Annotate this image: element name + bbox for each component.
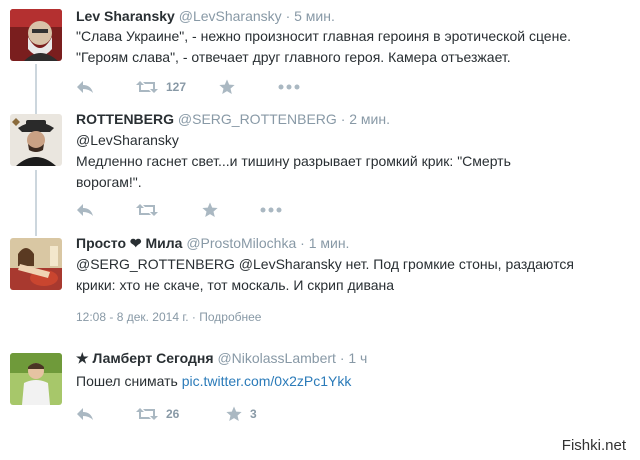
tweet-actions [76, 199, 476, 221]
avatar[interactable] [10, 353, 62, 405]
star-icon [202, 202, 218, 217]
star-icon [226, 406, 242, 421]
reply-button[interactable] [76, 199, 94, 221]
tweet: ROTTENBERG @SERG_ROTTENBERG · 2 мин. @Le… [0, 110, 640, 230]
mention-line: @LevSharansky [76, 132, 179, 148]
tweet-time[interactable]: · 1 ч [340, 350, 368, 366]
reply-button[interactable] [76, 403, 94, 425]
favorite-button[interactable] [219, 76, 235, 98]
tweet-text-line: "Героям слава", - отвечает друг главного… [76, 49, 511, 65]
reply-button[interactable] [76, 76, 94, 98]
favorite-count: 3 [250, 407, 257, 421]
retweet-icon [136, 408, 158, 420]
retweet-button[interactable]: 127 [136, 76, 186, 98]
author-name[interactable]: ROTTENBERG [76, 111, 174, 127]
more-icon [278, 84, 300, 90]
favorite-button[interactable] [202, 199, 218, 221]
tweet-actions: 26 3 [76, 403, 476, 425]
author-handle[interactable]: @NikolassLambert [217, 350, 335, 366]
retweet-count: 127 [166, 80, 187, 94]
more-button[interactable] [278, 76, 300, 98]
media-link[interactable]: pic.twitter.com/0x2zPc1Ykk [182, 373, 352, 389]
tweet-text: @SERG_ROTTENBERG @LevSharansky нет. Под … [76, 254, 574, 296]
author-name[interactable]: ★ Ламберт Сегодня [76, 350, 214, 366]
avatar[interactable] [10, 114, 62, 166]
watermark: Fishki.net [561, 437, 626, 454]
avatar[interactable] [10, 238, 62, 290]
tweet-text-line: Медленно гаснет свет...и тишину разрывае… [76, 153, 511, 169]
tweet: ★ Ламберт Сегодня @NikolassLambert · 1 ч… [0, 340, 640, 430]
author-name[interactable]: Lev Sharansky [76, 8, 175, 24]
retweet-icon [136, 81, 158, 93]
tweet-timestamp[interactable]: 12:08 - 8 дек. 2014 г. [76, 310, 189, 324]
tweet-text-line: ворогам!". [76, 174, 142, 190]
more-icon [260, 207, 282, 213]
author-handle[interactable]: @SERG_ROTTENBERG [178, 111, 337, 127]
retweet-button[interactable]: 26 [136, 403, 179, 425]
tweet-text-line: "Слава Украине", - нежно произносит глав… [76, 28, 571, 44]
tweet-text-line: @SERG_ROTTENBERG @LevSharansky нет. Под … [76, 256, 574, 272]
details-link[interactable]: · Подробнее [192, 310, 262, 324]
tweet-time[interactable]: · 2 мин. [341, 111, 390, 127]
tweet-actions: 127 [76, 76, 476, 98]
tweet-text: @LevSharansky Медленно гаснет свет...и т… [76, 130, 511, 193]
reply-icon [77, 204, 93, 216]
retweet-button[interactable] [136, 199, 158, 221]
tweet-time[interactable]: · 1 мин. [300, 235, 349, 251]
tweet-text-line: крики: хто не скаче, тот москаль. И скри… [76, 277, 395, 293]
author-handle[interactable]: @ProstoMilochka [186, 235, 296, 251]
favorite-button[interactable]: 3 [226, 403, 257, 425]
more-button[interactable] [260, 199, 282, 221]
retweet-icon [136, 204, 158, 216]
retweet-count: 26 [166, 407, 180, 421]
reply-icon [77, 81, 93, 93]
tweet-text: Пошел снимать pic.twitter.com/0x2zPc1Ykk [76, 371, 351, 392]
reply-icon [77, 408, 93, 420]
tweet: Lev Sharansky @LevSharansky · 5 мин. "Сл… [0, 0, 640, 110]
author-name[interactable]: Просто ❤ Мила [76, 235, 182, 251]
tweet: Просто ❤ Мила @ProstoMilochka · 1 мин. @… [0, 230, 640, 340]
avatar[interactable] [10, 9, 62, 61]
star-icon [219, 79, 235, 94]
tweet-text-line: Пошел снимать [76, 373, 182, 389]
tweet-text: "Слава Украине", - нежно произносит глав… [76, 26, 571, 68]
tweet-time[interactable]: · 5 мин. [286, 8, 335, 24]
author-handle[interactable]: @LevSharansky [179, 8, 282, 24]
